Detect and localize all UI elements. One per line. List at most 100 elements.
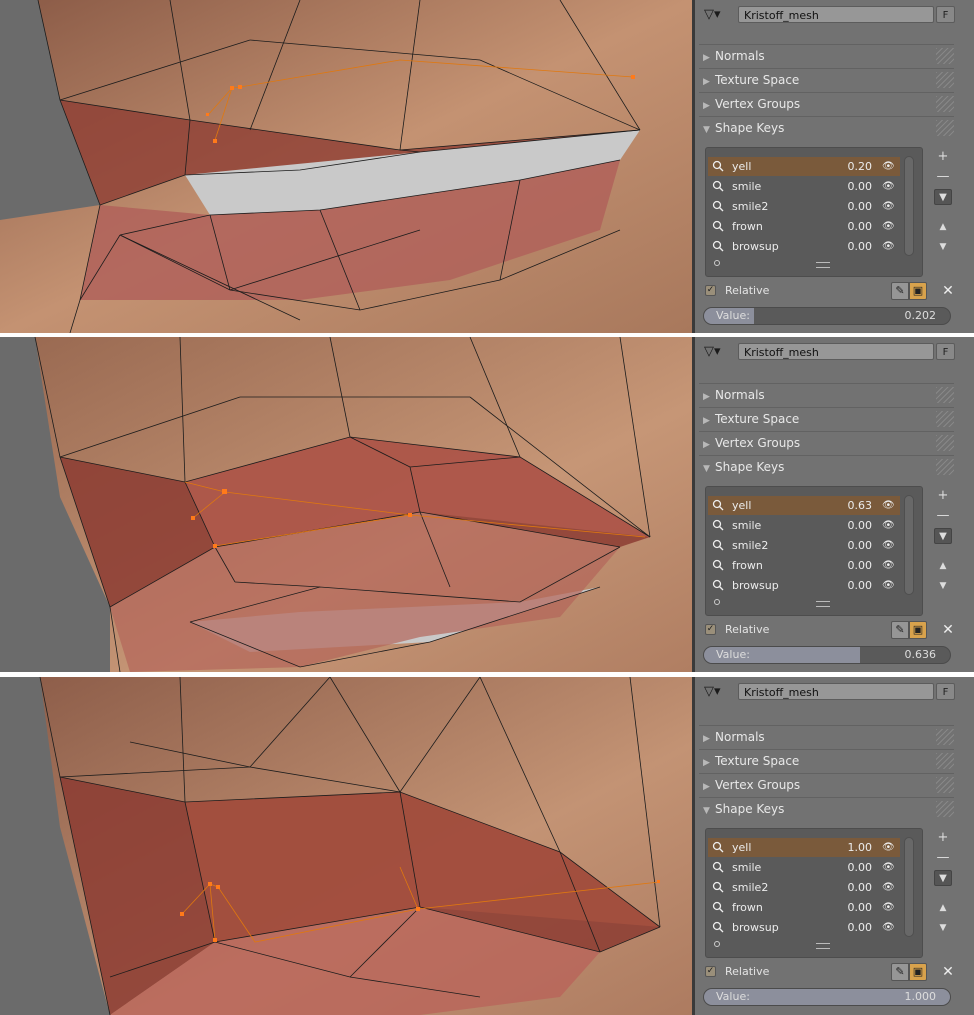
drag-grip-icon[interactable] — [936, 120, 954, 136]
close-icon[interactable]: ✕ — [939, 963, 957, 981]
list-item[interactable]: smile2 0.00 👁 — [708, 878, 900, 897]
mesh-name-field[interactable]: Kristoff_mesh — [738, 343, 934, 360]
shape-key-specials-button[interactable]: ▼ — [934, 870, 952, 886]
relative-checkbox[interactable]: ✓ — [705, 285, 716, 296]
value-slider[interactable]: Value: 0.202 — [703, 307, 951, 325]
shape-key-list[interactable]: yell 1.00 👁 smile 0.00 👁 smile2 0.00 👁 f… — [705, 828, 923, 958]
eye-icon[interactable]: 👁 — [882, 177, 896, 196]
mesh-data-icon[interactable]: ▽▾ — [704, 343, 734, 361]
fake-user-button[interactable]: F — [936, 343, 955, 360]
drag-grip-icon[interactable] — [936, 459, 954, 475]
list-item[interactable]: smile 0.00 👁 — [708, 858, 900, 877]
drag-grip-icon[interactable] — [936, 411, 954, 427]
move-down-button[interactable]: ▼ — [934, 920, 952, 936]
mesh-data-icon[interactable]: ▽▾ — [704, 6, 734, 24]
drag-grip-icon[interactable] — [936, 72, 954, 88]
list-item[interactable]: smile 0.00 👁 — [708, 177, 900, 196]
relative-checkbox[interactable]: ✓ — [705, 966, 716, 977]
eye-icon[interactable]: 👁 — [882, 858, 896, 877]
shape-key-list[interactable]: yell 0.63 👁 smile 0.00 👁 smile2 0.00 👁 f… — [705, 486, 923, 616]
list-item[interactable]: browsup 0.00 👁 — [708, 918, 900, 937]
pin-icon[interactable]: ✎ — [891, 963, 909, 981]
eye-icon[interactable]: 👁 — [882, 157, 896, 176]
list-item[interactable]: yell 0.20 👁 — [708, 157, 900, 176]
panel-header-vertex-groups[interactable]: ▶ Vertex Groups — [699, 92, 954, 115]
close-icon[interactable]: ✕ — [939, 621, 957, 639]
drag-grip-icon[interactable] — [936, 48, 954, 64]
eye-icon[interactable]: 👁 — [882, 217, 896, 236]
panel-header-vertex-groups[interactable]: ▶ Vertex Groups — [699, 773, 954, 796]
panel-header-normals[interactable]: ▶ Normals — [699, 383, 954, 406]
eye-icon[interactable]: 👁 — [882, 898, 896, 917]
move-up-button[interactable]: ▲ — [934, 219, 952, 235]
list-resize-grip[interactable] — [816, 601, 830, 607]
panel-header-texture-space[interactable]: ▶ Texture Space — [699, 68, 954, 91]
add-shape-key-button[interactable]: + — [934, 830, 952, 846]
list-item[interactable]: smile2 0.00 👁 — [708, 197, 900, 216]
panel-header-shape-keys[interactable]: ▼ Shape Keys — [699, 455, 954, 478]
lock-icon[interactable]: ▣ — [909, 963, 927, 981]
list-scrollbar[interactable] — [904, 495, 914, 595]
mesh-data-icon[interactable]: ▽▾ — [704, 683, 734, 701]
close-icon[interactable]: ✕ — [939, 282, 957, 300]
list-resize-grip[interactable] — [816, 943, 830, 949]
filter-options-icon[interactable] — [714, 599, 720, 605]
list-item[interactable]: smile 0.00 👁 — [708, 516, 900, 535]
list-item[interactable]: browsup 0.00 👁 — [708, 237, 900, 256]
3d-viewport[interactable] — [0, 337, 692, 672]
remove-shape-key-button[interactable]: — — [934, 169, 952, 185]
move-down-button[interactable]: ▼ — [934, 239, 952, 255]
list-scrollbar[interactable] — [904, 156, 914, 256]
eye-icon[interactable]: 👁 — [882, 918, 896, 937]
drag-grip-icon[interactable] — [936, 729, 954, 745]
fake-user-button[interactable]: F — [936, 6, 955, 23]
eye-icon[interactable]: 👁 — [882, 516, 896, 535]
lock-icon[interactable]: ▣ — [909, 282, 927, 300]
eye-icon[interactable]: 👁 — [882, 576, 896, 595]
mesh-name-field[interactable]: Kristoff_mesh — [738, 683, 934, 700]
shape-key-list[interactable]: yell 0.20 👁 smile 0.00 👁 smile2 0.00 👁 f… — [705, 147, 923, 277]
relative-checkbox[interactable]: ✓ — [705, 624, 716, 635]
list-scrollbar[interactable] — [904, 837, 914, 937]
shape-key-specials-button[interactable]: ▼ — [934, 528, 952, 544]
panel-header-shape-keys[interactable]: ▼ Shape Keys — [699, 797, 954, 820]
mesh-wireframe-view[interactable] — [0, 677, 692, 1015]
mesh-wireframe-view[interactable] — [0, 0, 692, 333]
pin-icon[interactable]: ✎ — [891, 282, 909, 300]
list-item[interactable]: yell 1.00 👁 — [708, 838, 900, 857]
panel-header-normals[interactable]: ▶ Normals — [699, 725, 954, 748]
drag-grip-icon[interactable] — [936, 96, 954, 112]
drag-grip-icon[interactable] — [936, 801, 954, 817]
eye-icon[interactable]: 👁 — [882, 496, 896, 515]
eye-icon[interactable]: 👁 — [882, 237, 896, 256]
list-item[interactable]: frown 0.00 👁 — [708, 217, 900, 236]
mesh-wireframe-view[interactable] — [0, 337, 692, 672]
list-item[interactable]: browsup 0.00 👁 — [708, 576, 900, 595]
pin-icon[interactable]: ✎ — [891, 621, 909, 639]
filter-options-icon[interactable] — [714, 941, 720, 947]
eye-icon[interactable]: 👁 — [882, 197, 896, 216]
lock-icon[interactable]: ▣ — [909, 621, 927, 639]
add-shape-key-button[interactable]: + — [934, 488, 952, 504]
value-slider[interactable]: Value: 1.000 — [703, 988, 951, 1006]
eye-icon[interactable]: 👁 — [882, 838, 896, 857]
remove-shape-key-button[interactable]: — — [934, 850, 952, 866]
panel-header-shape-keys[interactable]: ▼ Shape Keys — [699, 116, 954, 139]
fake-user-button[interactable]: F — [936, 683, 955, 700]
panel-header-vertex-groups[interactable]: ▶ Vertex Groups — [699, 431, 954, 454]
drag-grip-icon[interactable] — [936, 777, 954, 793]
list-item[interactable]: frown 0.00 👁 — [708, 898, 900, 917]
list-resize-grip[interactable] — [816, 262, 830, 268]
panel-header-texture-space[interactable]: ▶ Texture Space — [699, 407, 954, 430]
filter-options-icon[interactable] — [714, 260, 720, 266]
move-up-button[interactable]: ▲ — [934, 558, 952, 574]
panel-header-normals[interactable]: ▶ Normals — [699, 44, 954, 67]
eye-icon[interactable]: 👁 — [882, 556, 896, 575]
list-item[interactable]: frown 0.00 👁 — [708, 556, 900, 575]
list-item[interactable]: yell 0.63 👁 — [708, 496, 900, 515]
eye-icon[interactable]: 👁 — [882, 878, 896, 897]
mesh-name-field[interactable]: Kristoff_mesh — [738, 6, 934, 23]
list-item[interactable]: smile2 0.00 👁 — [708, 536, 900, 555]
add-shape-key-button[interactable]: + — [934, 149, 952, 165]
drag-grip-icon[interactable] — [936, 387, 954, 403]
